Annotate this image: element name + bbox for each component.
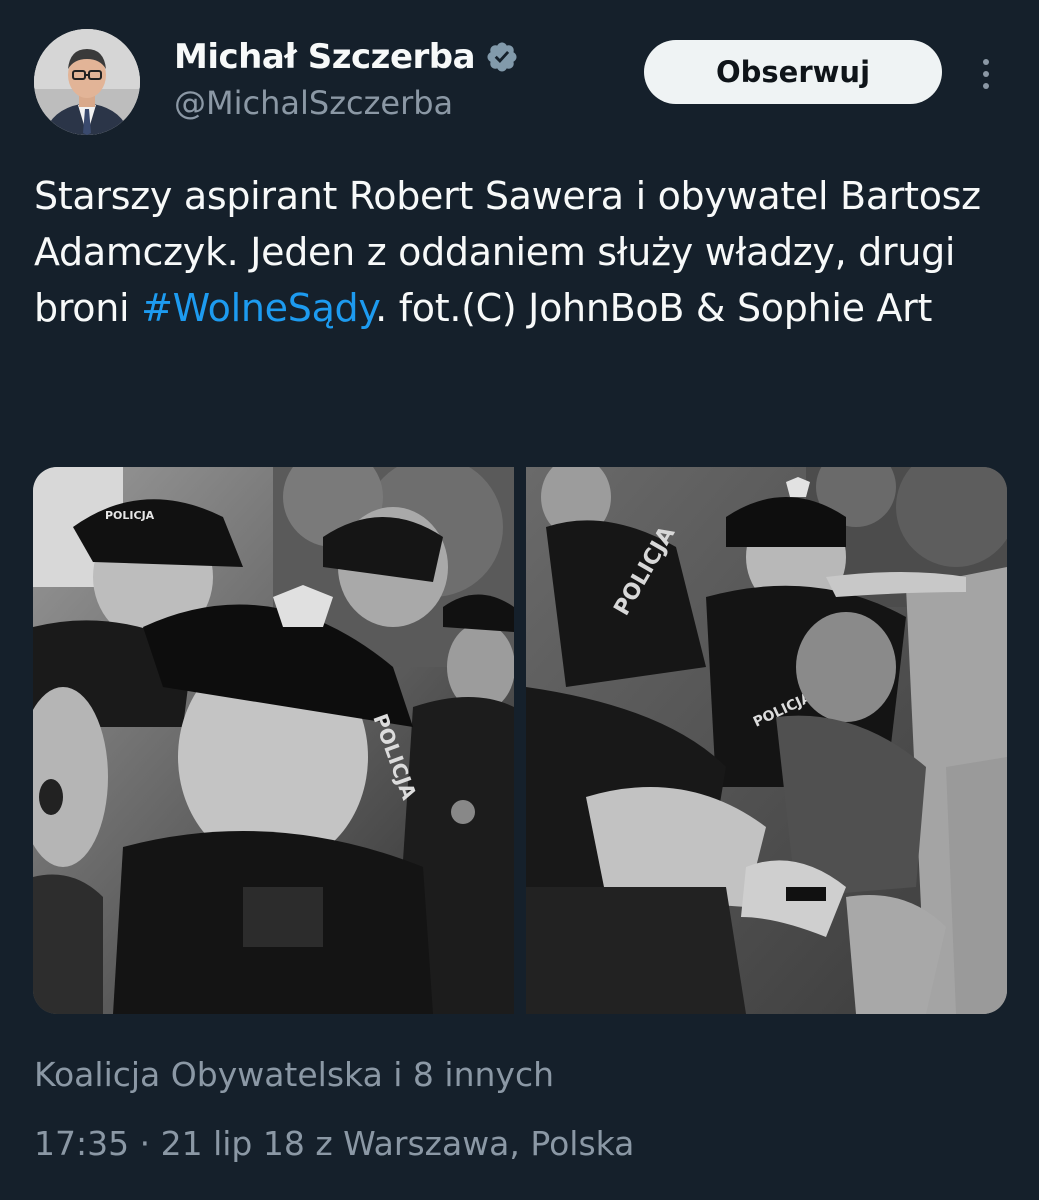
- tweet-location: z Warszawa, Polska: [304, 1124, 635, 1163]
- cap-label: POLICJA: [105, 509, 155, 522]
- more-options-icon[interactable]: [968, 52, 1004, 96]
- tweet-meta: 17:35 · 21 lip 18 z Warszawa, Polska: [34, 1124, 634, 1163]
- avatar[interactable]: [34, 29, 140, 135]
- media-grid: POLICJA POLICJA POLICJA POLICJA: [33, 467, 1007, 1014]
- more-dot: [983, 83, 989, 89]
- tweet-text-after: . fot.(C) JohnBoB & Sophie Art: [375, 286, 933, 330]
- social-context-link[interactable]: Koalicja Obywatelska i 8 innych: [34, 1055, 554, 1094]
- tweet-date[interactable]: 21 lip 18: [161, 1124, 305, 1163]
- meta-separator: ·: [129, 1124, 161, 1163]
- follow-button[interactable]: Obserwuj: [644, 40, 942, 104]
- author-handle[interactable]: @MichalSzczerba: [174, 84, 453, 122]
- photo-police-group[interactable]: POLICJA POLICJA: [33, 467, 514, 1014]
- verified-badge-icon[interactable]: [485, 40, 519, 74]
- photo-police-detaining[interactable]: POLICJA POLICJA: [526, 467, 1007, 1014]
- author-display-name[interactable]: Michał Szczerba: [174, 37, 476, 77]
- author-name-row: Michał Szczerba: [174, 34, 519, 80]
- tweet-time[interactable]: 17:35: [34, 1124, 129, 1163]
- profile-photo-icon: [34, 29, 140, 135]
- more-dot: [983, 59, 989, 65]
- more-dot: [983, 71, 989, 77]
- tweet-text: Starszy aspirant Robert Sawera i obywate…: [34, 168, 1014, 336]
- tweet-card: Michał Szczerba @MichalSzczerba Obserwuj…: [0, 0, 1039, 1200]
- hashtag-link[interactable]: #WolneSądy: [141, 286, 375, 330]
